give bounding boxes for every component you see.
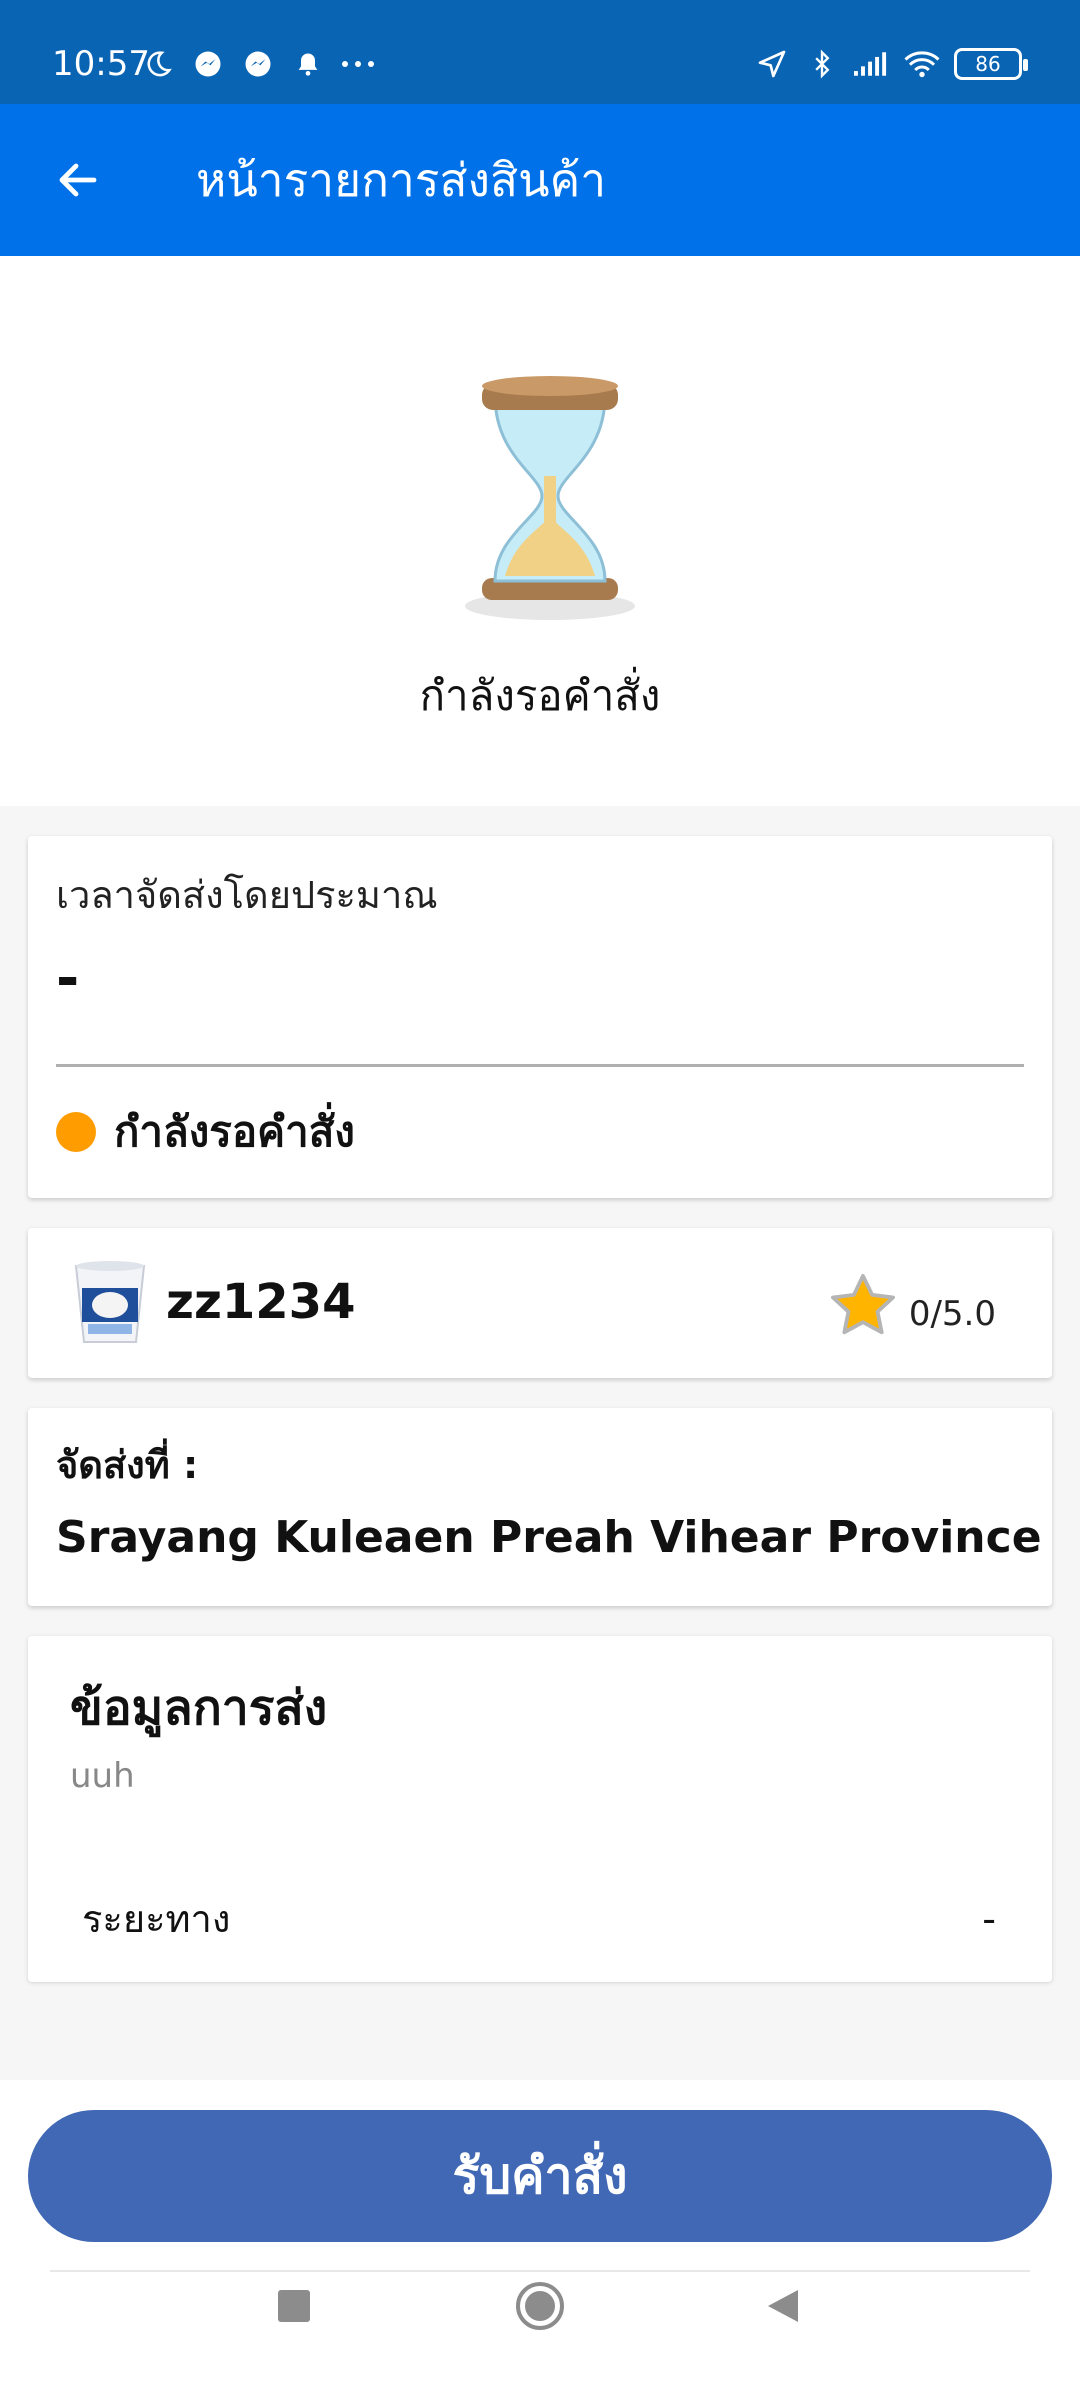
wifi-icon <box>904 46 940 82</box>
more-dots-icon <box>340 46 376 82</box>
eta-value: - <box>56 946 80 1011</box>
signal-icon <box>854 46 890 82</box>
system-nav-bar <box>0 2246 1080 2400</box>
destination-card: จัดส่งที่ : Srayang Kuleaen Preah Vihear… <box>28 1408 1052 1606</box>
store-card[interactable]: zz1234 0/5.0 <box>28 1228 1052 1378</box>
eta-label: เวลาจัดส่งโดยประมาณ <box>56 873 438 917</box>
bluetooth-icon <box>804 46 840 82</box>
back-icon <box>768 2290 798 2322</box>
status-label: กำลังรอคำสั่ง <box>114 1107 355 1156</box>
store-rating: 0/5.0 <box>825 1268 996 1344</box>
app-bar: หน้ารายการส่งสินค้า <box>0 104 1080 256</box>
destination-address: Srayang Kuleaen Preah Vihear Province <box>56 1512 1042 1563</box>
order-status: กำลังรอคำสั่ง <box>56 1104 355 1160</box>
destination-label: จัดส่งที่ : <box>56 1443 199 1487</box>
divider <box>56 1064 1024 1067</box>
bell-icon <box>290 46 326 82</box>
location-arrow-icon <box>754 46 790 82</box>
store-name: zz1234 <box>166 1274 356 1330</box>
delivery-info-heading: ข้อมูลการส่ง <box>70 1680 328 1736</box>
eta-card: เวลาจัดส่งโดยประมาณ - กำลังรอคำสั่ง <box>28 836 1052 1198</box>
messenger-icon <box>240 46 276 82</box>
rating-value: 0/5.0 <box>908 1294 996 1334</box>
status-icons-right: 86 <box>754 44 1028 84</box>
arrow-left-icon <box>59 163 97 197</box>
delivery-info-subtext: uuh <box>70 1756 135 1796</box>
delivery-info-card: ข้อมูลการส่ง uuh ระยะทาง - <box>28 1636 1052 1982</box>
home-icon <box>516 2282 564 2330</box>
messenger-icon <box>190 46 226 82</box>
status-bar: 10:57 86 <box>0 0 1080 104</box>
page-title: หน้ารายการส่งสินค้า <box>196 153 607 207</box>
recent-apps-button[interactable] <box>264 2276 324 2336</box>
back-button[interactable] <box>50 152 106 208</box>
status-dot <box>56 1112 96 1152</box>
hero-status-text: กำลังรอคำสั่ง <box>419 671 661 720</box>
distance-label: ระยะทาง <box>82 1897 231 1941</box>
status-time: 10:57 <box>52 44 150 84</box>
recent-apps-icon <box>278 2290 310 2322</box>
battery-level: 86 <box>975 52 1001 76</box>
nav-back-button[interactable] <box>752 2276 812 2336</box>
star-icon <box>830 1274 895 1335</box>
status-icons-left <box>140 44 376 84</box>
battery-icon: 86 <box>954 48 1028 80</box>
distance-value: - <box>982 1897 996 1941</box>
store-thumbnail <box>74 1261 146 1343</box>
order-status-hero: กำลังรอคำสั่ง <box>0 256 1080 806</box>
home-button[interactable] <box>510 2276 570 2336</box>
moon-icon <box>140 46 176 82</box>
accept-order-button[interactable]: รับคำสั่ง <box>28 2110 1052 2242</box>
hourglass-icon <box>465 376 635 620</box>
